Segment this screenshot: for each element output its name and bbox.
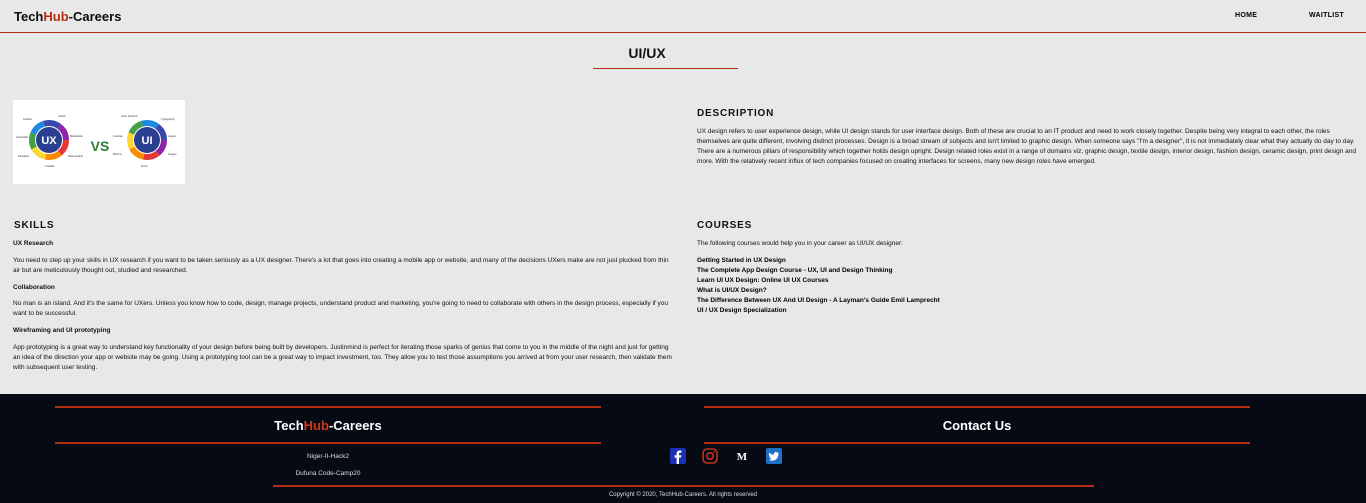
courses-list: Getting Started in UX Design The Complet… bbox=[697, 256, 940, 316]
ux-label-1: Useful bbox=[58, 114, 66, 118]
skill-title-ux-research: UX Research bbox=[13, 240, 54, 247]
medium-icon[interactable]: M bbox=[734, 448, 750, 464]
ux-label-4: Desirable bbox=[18, 154, 30, 158]
nav-home-link[interactable]: HOME bbox=[1235, 12, 1257, 19]
ui-wheel: UI bbox=[127, 120, 167, 160]
ui-label-4: Buttons bbox=[113, 152, 122, 156]
ui-label-5: Images bbox=[168, 152, 177, 156]
course-item: Learn UI UX Design: Online UI UX Courses bbox=[697, 276, 940, 286]
ux-label-3: Marketable bbox=[70, 134, 83, 138]
brand-highlight: Hub bbox=[43, 9, 69, 24]
footer-brand: TechHub-Careers bbox=[55, 418, 601, 433]
course-link-5[interactable]: UI / UX Design Specialization bbox=[697, 307, 787, 314]
courses-heading: COURSES bbox=[697, 220, 753, 231]
contact-heading: Contact Us bbox=[942, 418, 1012, 433]
footer-line-codecamp: Dufuna Code-Camp20 bbox=[295, 470, 361, 477]
course-item: What is UI/UX Design? bbox=[697, 286, 940, 296]
course-link-2[interactable]: Learn UI UX Design: Online UI UX Courses bbox=[697, 277, 828, 284]
footer-brand-highlight: Hub bbox=[303, 418, 329, 433]
ui-label-1: Typography bbox=[161, 117, 175, 121]
footer-rule bbox=[704, 406, 1250, 408]
ui-label-0: Color Scheme bbox=[121, 114, 138, 118]
footer-rule bbox=[55, 406, 601, 408]
svg-text:M: M bbox=[737, 451, 748, 463]
skill-title-wireframing: Wireframing and UI prototyping bbox=[13, 327, 111, 334]
description-text: UX design refers to user experience desi… bbox=[697, 128, 1357, 165]
ux-wheel: UX bbox=[29, 120, 69, 160]
skill-title-collaboration: Collaboration bbox=[13, 284, 55, 291]
ui-label-6: Fonts bbox=[141, 164, 148, 168]
course-item: The Complete App Design Course - UX, UI … bbox=[697, 266, 940, 276]
footer-rule bbox=[704, 442, 1250, 444]
footer-brand-prefix: Tech bbox=[274, 418, 304, 433]
skill-text-collaboration: No man is an island. And it's the same f… bbox=[13, 300, 669, 317]
ux-label-6: Credible bbox=[45, 164, 55, 168]
brand-suffix: -Careers bbox=[68, 9, 122, 24]
ux-vs-ui-image: UX VS UI Intuitive Useful Accessible Mar… bbox=[13, 100, 185, 184]
description-heading: DESCRIPTION bbox=[697, 108, 775, 119]
ui-label-3: Layout bbox=[168, 134, 176, 138]
skill-text-ux-research: You need to step up your skills in UX re… bbox=[13, 257, 669, 274]
course-item: Getting Started in UX Design bbox=[697, 256, 940, 266]
footer: TechHub-Careers Contact Us Niger-II-Hack… bbox=[0, 394, 1366, 503]
course-link-1[interactable]: The Complete App Design Course - UX, UI … bbox=[697, 267, 893, 274]
course-link-3[interactable]: What is UI/UX Design? bbox=[697, 287, 767, 294]
twitter-icon[interactable] bbox=[766, 448, 782, 464]
footer-bottom-rule bbox=[273, 485, 1094, 487]
course-item: The Difference Between UX And UI Design … bbox=[697, 296, 940, 306]
nav-waitlist-link[interactable]: WAITLIST bbox=[1309, 12, 1344, 19]
ux-wheel-label: UX bbox=[41, 135, 57, 147]
skills-heading: SKILLS bbox=[14, 220, 55, 231]
ui-wheel-label: UI bbox=[142, 135, 153, 147]
skill-text-wireframing: App prototyping is a great way to unders… bbox=[13, 344, 672, 371]
footer-line-hackathon: Niger-II-Hack2 bbox=[307, 453, 349, 460]
ux-label-5: Discoverable bbox=[68, 154, 84, 158]
footer-rule bbox=[55, 442, 601, 444]
title-underline bbox=[593, 68, 738, 69]
footer-brand-suffix: -Careers bbox=[328, 418, 382, 433]
ui-label-2: Contrast bbox=[113, 134, 123, 138]
page-title: UI/UX bbox=[628, 45, 666, 61]
facebook-icon[interactable] bbox=[670, 448, 686, 464]
ux-label-0: Intuitive bbox=[23, 117, 32, 121]
course-link-4[interactable]: The Difference Between UX And UI Design … bbox=[697, 297, 940, 304]
ux-label-2: Accessible bbox=[16, 135, 29, 139]
brand-prefix: Tech bbox=[14, 9, 44, 24]
courses-intro: The following courses would help you in … bbox=[697, 240, 903, 247]
course-link-0[interactable]: Getting Started in UX Design bbox=[697, 257, 786, 264]
copyright-text: Copyright © 2020, TechHub-Careers. All r… bbox=[608, 492, 758, 498]
instagram-icon[interactable] bbox=[702, 448, 718, 464]
navbar: TechHub-Careers HOME WAITLIST bbox=[0, 0, 1366, 33]
vs-label: VS bbox=[91, 138, 110, 154]
course-item: UI / UX Design Specialization bbox=[697, 306, 940, 316]
brand-logo[interactable]: TechHub-Careers bbox=[14, 9, 121, 24]
